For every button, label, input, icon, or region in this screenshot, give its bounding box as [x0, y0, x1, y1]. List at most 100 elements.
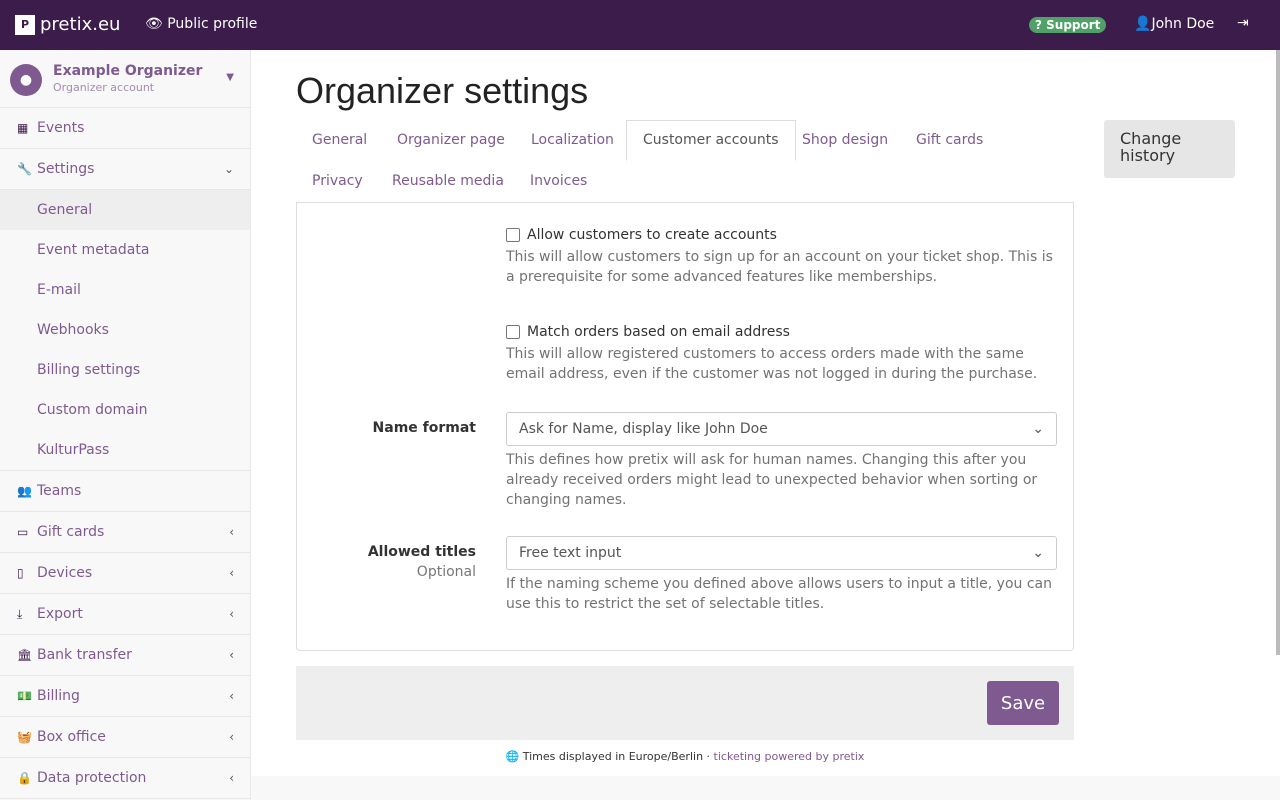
sidebar-item-devices[interactable]: ▯ Devices ‹ — [0, 553, 250, 594]
sidebar-item-gift-cards[interactable]: ▭ Gift cards ‹ — [0, 512, 250, 553]
sidebar-item-export[interactable]: ⤓ Export ‹ — [0, 594, 250, 635]
tab-localization[interactable]: Localization — [515, 120, 630, 161]
sidebar-item-label: Box office — [37, 729, 106, 745]
sidebar-subitem-general[interactable]: General — [0, 190, 250, 230]
allowed-titles-select[interactable]: Free text input ⌄ — [506, 536, 1057, 570]
chevron-down-icon: ⌄ — [1032, 545, 1044, 561]
chevron-left-icon: ‹ — [229, 730, 234, 744]
main-content: Organizer settings General Organizer page… — [251, 50, 1280, 776]
match-orders-help: This will allow registered customers to … — [506, 346, 1038, 382]
sidebar-item-label: Bank transfer — [37, 647, 132, 663]
sidebar-item-label: Settings — [37, 161, 95, 177]
name-format-label: Name format — [372, 420, 476, 436]
page-scrollbar[interactable] — [1276, 50, 1280, 655]
settings-submenu: General Event metadata E-mail Webhooks Billi… — [0, 190, 250, 471]
sidebar-item-data-protection[interactable]: 🔒 Data protection ‹ — [0, 758, 250, 799]
allowed-titles-label: Allowed titles — [367, 544, 476, 560]
caret-down-icon: ▼ — [226, 72, 234, 83]
user-menu[interactable]: 👤John Doe — [1134, 16, 1214, 32]
tab-gift-cards[interactable]: Gift cards — [900, 120, 999, 161]
calendar-icon: ▦ — [17, 121, 29, 135]
tab-customer-accounts[interactable]: Customer accounts — [626, 120, 796, 161]
support-button[interactable]: ? Support — [1029, 17, 1107, 33]
sidebar-item-label: Gift cards — [37, 524, 105, 540]
sidebar-item-label: Export — [37, 606, 83, 622]
sidebar-item-label: Billing — [37, 688, 80, 704]
basket-icon: 🧺 — [17, 730, 32, 744]
save-button[interactable]: Save — [987, 681, 1059, 725]
sidebar-item-events[interactable]: ▦ Events — [0, 108, 250, 149]
timezone-text: Times displayed in Europe/Berlin — [522, 750, 704, 763]
logout-icon[interactable]: ⇥ — [1237, 15, 1249, 31]
sidebar-item-billing[interactable]: 💵 Billing ‹ — [0, 676, 250, 717]
allow-accounts-label[interactable]: Allow customers to create accounts — [527, 227, 777, 243]
tab-invoices[interactable]: Invoices — [514, 161, 603, 202]
tab-shop-design[interactable]: Shop design — [786, 120, 904, 161]
chevron-left-icon: ‹ — [229, 607, 234, 621]
chevron-left-icon: ‹ — [229, 566, 234, 580]
chevron-left-icon: ‹ — [229, 771, 234, 785]
tab-organizer-page[interactable]: Organizer page — [381, 120, 521, 161]
money-icon: 💵 — [17, 689, 32, 703]
sidebar-item-settings[interactable]: 🔧 Settings ⌄ — [0, 149, 250, 190]
sidebar-subitem-kulturpass[interactable]: KulturPass — [0, 430, 250, 470]
footer: 🌐 Times displayed in Europe/Berlin · tic… — [296, 750, 1074, 763]
settings-panel: Allow customers to create accounts This … — [296, 202, 1074, 651]
sidebar-item-teams[interactable]: 👥 Teams — [0, 471, 250, 512]
pretix-logo-icon: P — [15, 14, 35, 35]
user-icon: 👤 — [1134, 16, 1152, 32]
sidebar-item-box-office[interactable]: 🧺 Box office ‹ — [0, 717, 250, 758]
chevron-left-icon: ‹ — [229, 525, 234, 539]
allowed-titles-value: Free text input — [519, 545, 622, 561]
sidebar-item-label: Events — [37, 120, 85, 136]
name-format-select[interactable]: Ask for Name, display like John Doe ⌄ — [506, 412, 1057, 446]
chevron-left-icon: ‹ — [229, 648, 234, 662]
sidebar-item-bank-transfer[interactable]: 🏛 Bank transfer ‹ — [0, 635, 250, 676]
tab-privacy[interactable]: Privacy — [296, 161, 379, 202]
sidebar-subitem-billing-settings[interactable]: Billing settings — [0, 350, 250, 390]
sidebar-item-label: Teams — [37, 483, 82, 499]
tab-general[interactable]: General — [296, 120, 383, 161]
sidebar-subitem-e-mail[interactable]: E-mail — [0, 270, 250, 310]
user-name: John Doe — [1151, 16, 1215, 32]
change-history-button[interactable]: Change history — [1104, 120, 1235, 178]
brand-name: pretix.eu — [40, 14, 121, 35]
chevron-down-icon: ⌄ — [223, 162, 234, 176]
chevron-left-icon: ‹ — [229, 689, 234, 703]
match-orders-checkbox[interactable] — [506, 325, 520, 339]
download-icon: ⤓ — [17, 606, 23, 621]
wrench-icon: 🔧 — [17, 162, 32, 176]
support-label: Support — [1046, 18, 1101, 32]
sidebar-subitem-event-metadata[interactable]: Event metadata — [0, 230, 250, 270]
eye-icon: 👁 — [145, 16, 163, 32]
globe-icon: 🌐 — [505, 750, 520, 763]
brand-link[interactable]: Ppretix.eu — [15, 14, 120, 35]
users-icon: 👥 — [17, 484, 32, 498]
sidebar: ● Example Organizer Organizer account ▼ … — [0, 50, 251, 800]
sidebar-item-label: Devices — [37, 565, 93, 581]
page-title: Organizer settings — [296, 70, 589, 111]
bank-icon: 🏛 — [17, 648, 33, 662]
sidebar-item-label: Data protection — [37, 770, 147, 786]
organizer-avatar-icon: ● — [10, 64, 42, 96]
allowed-titles-help: If the naming scheme you defined above a… — [506, 576, 1052, 612]
organizer-switcher[interactable]: ● Example Organizer Organizer account ▼ — [0, 50, 250, 108]
tablet-icon: ▯ — [17, 566, 24, 580]
powered-by-link[interactable]: ticketing powered by pretix — [714, 750, 865, 763]
chevron-down-icon: ⌄ — [1032, 421, 1044, 437]
match-orders-label[interactable]: Match orders based on email address — [527, 324, 790, 340]
credit-card-icon: ▭ — [17, 525, 29, 539]
sidebar-subitem-webhooks[interactable]: Webhooks — [0, 310, 250, 350]
organizer-subtitle: Organizer account — [53, 81, 155, 94]
sidebar-subitem-custom-domain[interactable]: Custom domain — [0, 390, 250, 430]
allow-accounts-checkbox[interactable] — [506, 228, 520, 242]
organizer-name: Example Organizer — [53, 63, 203, 79]
optional-label: Optional — [416, 564, 476, 580]
form-actions: Save — [296, 666, 1074, 740]
public-profile-link[interactable]: 👁 Public profile — [145, 16, 257, 32]
name-format-value: Ask for Name, display like John Doe — [519, 421, 768, 437]
name-format-help: This defines how pretix will ask for hum… — [506, 452, 1038, 508]
top-navbar: Ppretix.eu 👁 Public profile ? Support 👤J… — [0, 0, 1280, 50]
tab-reusable-media[interactable]: Reusable media — [376, 161, 520, 202]
question-circle-icon: ? — [1035, 18, 1042, 32]
